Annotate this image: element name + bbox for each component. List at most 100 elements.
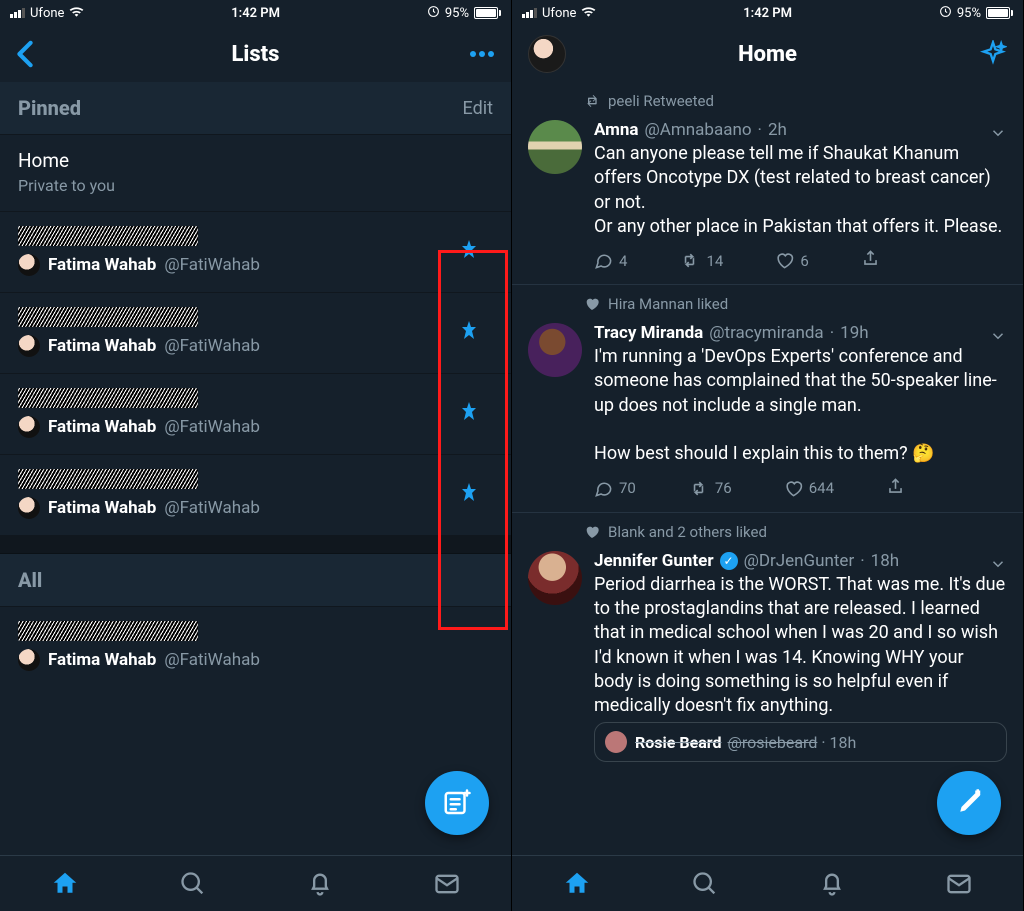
battery-icon (986, 7, 1013, 19)
list-owner: Fatima Wahab @FatiWahab (18, 649, 493, 671)
social-context: Blank and 2 others liked (512, 513, 1023, 545)
tab-search[interactable] (179, 870, 207, 898)
tweet-author-handle[interactable]: @Amnabaano (645, 120, 752, 140)
redacted-title (18, 226, 198, 246)
like-button[interactable]: 644 (784, 479, 834, 498)
list-owner: Fatima Wahab @FatiWahab (18, 335, 493, 357)
tweet-caret[interactable] (989, 327, 1007, 349)
retweet-icon (584, 93, 600, 109)
tweet-avatar[interactable] (528, 323, 582, 377)
clock-label: 1:42 PM (743, 6, 792, 21)
avatar (605, 731, 627, 753)
owner-avatar (18, 497, 40, 519)
tweet-text: Period diarrhea is the WORST. That was m… (594, 573, 1007, 719)
list-item[interactable]: Fatima Wahab @FatiWahab (0, 607, 511, 687)
tab-notifications[interactable] (306, 870, 334, 898)
social-context: Hira Mannan liked (512, 285, 1023, 317)
heart-icon (584, 296, 600, 312)
pinned-section-header: Pinned Edit (0, 82, 511, 135)
battery-percent: 95% (445, 6, 469, 21)
home-feed-screen: Ufone 1:42 PM 95% Home peeli R (512, 0, 1024, 911)
all-label: All (18, 568, 42, 592)
avatar (528, 35, 566, 73)
share-button[interactable] (861, 249, 880, 272)
tweet-avatar[interactable] (528, 120, 582, 174)
tweet-author-name[interactable]: Tracy Miranda (594, 323, 703, 343)
new-list-fab[interactable] (425, 771, 489, 835)
tweet-author-handle[interactable]: @tracymiranda (709, 323, 823, 343)
tweet-author-handle[interactable]: @DrJenGunter (744, 551, 855, 571)
tweet-caret[interactable] (989, 124, 1007, 146)
more-button[interactable] (469, 50, 495, 58)
social-context: peeli Retweeted (512, 82, 1023, 114)
verified-badge-icon: ✓ (720, 552, 738, 570)
lists-screen: Ufone 1:42 PM 95% Lists Pinned Edit (0, 0, 512, 911)
rotation-lock-icon (939, 5, 952, 22)
reply-button[interactable]: 70 (594, 479, 636, 498)
tweet-actions: 70 76 644 (594, 477, 1007, 500)
tweet-avatar[interactable] (528, 551, 582, 605)
list-subtitle: Private to you (18, 176, 493, 195)
list-title: Home (18, 149, 493, 172)
tweet-author-name[interactable]: Amna (594, 120, 639, 140)
nav-header: Lists (0, 26, 511, 82)
tab-notifications[interactable] (818, 870, 846, 898)
sparkle-button[interactable] (979, 40, 1007, 68)
signal-icon (10, 8, 25, 18)
tweet[interactable]: Amna @Amnabaano · 2h Can anyone please t… (512, 114, 1023, 285)
tweet-text: Can anyone please tell me if Shaukat Kha… (594, 142, 1007, 239)
list-owner: Fatima Wahab @FatiWahab (18, 416, 493, 438)
tab-search[interactable] (691, 870, 719, 898)
quoted-tweet-preview[interactable]: Rosie Beard @rosiebeard · 18h (594, 722, 1007, 762)
retweet-button[interactable]: 14 (679, 251, 723, 270)
share-button[interactable] (886, 477, 905, 500)
rotation-lock-icon (427, 5, 440, 22)
status-bar: Ufone 1:42 PM 95% (0, 0, 511, 26)
tab-home[interactable] (50, 869, 80, 899)
pin-icon[interactable] (457, 236, 481, 268)
all-section-header: All (0, 554, 511, 607)
pin-icon[interactable] (457, 479, 481, 511)
like-button[interactable]: 6 (775, 251, 808, 270)
section-gap (0, 536, 511, 554)
tweet-author-name[interactable]: Jennifer Gunter (594, 551, 714, 571)
redacted-title (18, 621, 198, 641)
clock-label: 1:42 PM (231, 6, 280, 21)
pin-icon[interactable] (457, 317, 481, 349)
tweet-time: 2h (768, 120, 787, 140)
carrier-label: Ufone (30, 6, 64, 21)
edit-button[interactable]: Edit (463, 98, 493, 119)
tweet-time: 19h (840, 323, 868, 343)
list-item-home[interactable]: Home Private to you (0, 135, 511, 212)
redacted-title (18, 469, 198, 489)
owner-avatar (18, 335, 40, 357)
tweet-caret[interactable] (989, 555, 1007, 577)
back-button[interactable] (16, 40, 34, 68)
owner-avatar (18, 254, 40, 276)
tweet-text: I'm running a 'DevOps Experts' conferenc… (594, 345, 1007, 466)
battery-percent: 95% (957, 6, 981, 21)
nav-header: Home (512, 26, 1023, 82)
tab-messages[interactable] (433, 870, 461, 898)
compose-fab[interactable] (937, 771, 1001, 835)
profile-avatar-button[interactable] (528, 35, 566, 73)
list-owner: Fatima Wahab @FatiWahab (18, 497, 493, 519)
pinned-label: Pinned (18, 96, 81, 120)
pin-icon[interactable] (457, 398, 481, 430)
list-item[interactable]: Fatima Wahab @FatiWahab (0, 212, 511, 293)
tab-home[interactable] (562, 869, 592, 899)
redacted-title (18, 307, 198, 327)
reply-button[interactable]: 4 (594, 251, 627, 270)
status-bar: Ufone 1:42 PM 95% (512, 0, 1023, 26)
list-item[interactable]: Fatima Wahab @FatiWahab (0, 293, 511, 374)
owner-avatar (18, 416, 40, 438)
list-owner: Fatima Wahab @FatiWahab (18, 254, 493, 276)
retweet-button[interactable]: 76 (688, 479, 732, 498)
wifi-icon (69, 5, 84, 21)
list-item[interactable]: Fatima Wahab @FatiWahab (0, 374, 511, 455)
list-item[interactable]: Fatima Wahab @FatiWahab (0, 455, 511, 536)
tweet[interactable]: Tracy Miranda @tracymiranda · 19h I'm ru… (512, 317, 1023, 512)
tweet[interactable]: Jennifer Gunter ✓ @DrJenGunter · 18h Per… (512, 545, 1023, 723)
tab-messages[interactable] (945, 870, 973, 898)
tab-bar (512, 855, 1023, 911)
